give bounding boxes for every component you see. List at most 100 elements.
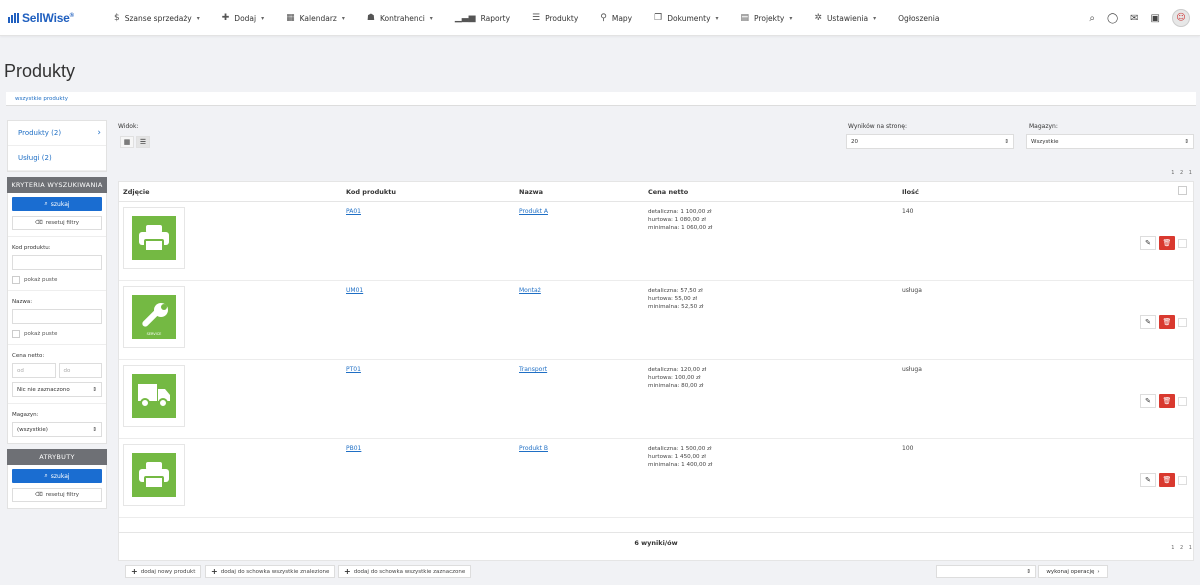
table-row: PT01 Transport detaliczna: 120,00 zł hurtow… — [119, 360, 1193, 439]
nav-item-6[interactable]: ⚲ Mapy — [600, 13, 632, 23]
product-name-link[interactable]: Transport — [519, 366, 547, 373]
edit-button[interactable]: ✎ — [1140, 236, 1156, 250]
per-page-label: Wyników na stronę: — [848, 123, 907, 130]
top-navigation-bar: SellWise® $ Szanse sprzedaży ▾ ✚ Dodaj ▾ ▦ Kale… — [0, 0, 1200, 36]
price-type-select[interactable]: Nic nie zaznaczono ⇕ — [12, 382, 102, 397]
attributes-header: ATRYBUTY — [7, 449, 107, 465]
product-code-link[interactable]: PB01 — [346, 445, 361, 452]
nav-item-2[interactable]: ▦ Kalendarz ▾ — [286, 13, 345, 23]
trash-icon: 🗑 — [1162, 476, 1172, 484]
grid-view-icon[interactable]: ▦ — [120, 136, 134, 148]
warehouse-filter-select[interactable]: Wszystkie ⇕ — [1026, 134, 1194, 149]
sidebar-item-services[interactable]: Usługi (2) — [8, 146, 106, 171]
column-name[interactable]: Nazwa — [519, 188, 543, 196]
sidebar-item-label: Produkty (2) — [18, 129, 62, 137]
price-list: detaliczna: 1 100,00 zł hurtowa: 1 080,00… — [648, 208, 712, 232]
nav-item-5[interactable]: ☰ Produkty — [532, 13, 578, 23]
quantity-value: 100 — [902, 445, 914, 452]
select-arrows-icon: ⇕ — [1004, 138, 1009, 145]
nav-item-3[interactable]: ☗ Kontrahenci ▾ — [367, 13, 433, 23]
quantity-value: usługa — [902, 287, 922, 294]
product-code-link[interactable]: UM01 — [346, 287, 363, 294]
search-icon[interactable]: ⌕ — [1089, 13, 1095, 24]
search-button-label: szukaj — [50, 472, 70, 480]
pagination-top[interactable]: 1 2 1 — [1171, 170, 1194, 176]
product-thumbnail[interactable] — [123, 444, 185, 506]
sellwise-logo[interactable]: SellWise® — [8, 11, 74, 25]
column-price[interactable]: Cena netto — [648, 188, 688, 196]
row-checkbox[interactable] — [1178, 238, 1187, 248]
name-input[interactable] — [12, 309, 102, 324]
reset-filters-button[interactable]: ⌫ resetuj filtry — [12, 488, 102, 502]
price-to-input[interactable]: do — [58, 363, 102, 378]
nav-item-label: Ogłoszenia — [898, 13, 940, 23]
delete-button[interactable]: 🗑 — [1159, 394, 1175, 408]
product-name-link[interactable]: Montaż — [519, 287, 541, 294]
breadcrumb: wszystkie produkty — [6, 92, 1196, 106]
chevron-down-icon: ▾ — [789, 14, 793, 22]
clipboard-icon[interactable]: ▣ — [1151, 13, 1160, 24]
retail-price: detaliczna: 1 100,00 zł — [648, 209, 712, 215]
column-qty[interactable]: Ilość — [902, 188, 919, 196]
product-code-link[interactable]: PA01 — [346, 208, 361, 215]
sidebar-item-label: Usługi (2) — [18, 154, 52, 162]
delete-button[interactable]: 🗑 — [1159, 236, 1175, 250]
chat-icon[interactable]: ◯ — [1107, 13, 1118, 24]
warehouse-select[interactable]: (wszystkie) ⇕ — [12, 422, 102, 437]
nav-item-10[interactable]: Ogłoszenia — [898, 14, 939, 23]
trash-icon: 🗑 — [1162, 318, 1172, 326]
show-empty-name-checkbox[interactable]: pokaż puste — [12, 330, 102, 338]
product-code-link[interactable]: PT01 — [346, 366, 361, 373]
avatar[interactable]: ☺ — [1172, 9, 1190, 27]
mail-icon[interactable]: ✉ — [1130, 13, 1138, 24]
nav-item-8[interactable]: ▤ Projekty ▾ — [741, 13, 793, 23]
edit-button[interactable]: ✎ — [1140, 394, 1156, 408]
operation-select[interactable]: ⇕ — [936, 565, 1036, 578]
product-name-link[interactable]: Produkt B — [519, 445, 548, 452]
nav-item-7[interactable]: ❐ Dokumenty ▾ — [654, 13, 718, 23]
product-thumbnail[interactable] — [123, 207, 185, 269]
row-checkbox[interactable] — [1178, 396, 1187, 406]
nav-item-9[interactable]: ✲ Ustawienia ▾ — [814, 13, 876, 23]
wholesale-price: hurtowa: 55,00 zł — [648, 296, 697, 302]
retail-price: detaliczna: 57,50 zł — [648, 288, 703, 294]
edit-button[interactable]: ✎ — [1140, 473, 1156, 487]
row-checkbox[interactable] — [1178, 475, 1187, 485]
price-from-input[interactable]: od — [12, 363, 56, 378]
row-checkbox[interactable] — [1178, 317, 1187, 327]
list-view-icon[interactable]: ☰ — [136, 136, 150, 148]
breadcrumb-link[interactable]: wszystkie produkty — [15, 96, 68, 102]
column-code[interactable]: Kod produktu — [346, 188, 396, 196]
product-code-input[interactable] — [12, 255, 102, 270]
nav-item-0[interactable]: $ Szanse sprzedaży ▾ — [114, 13, 200, 23]
view-toggle: ▦ ☰ — [120, 136, 150, 148]
delete-button[interactable]: 🗑 — [1159, 473, 1175, 487]
plus-icon: + — [131, 567, 138, 576]
search-button[interactable]: ⌕ szukaj — [12, 469, 102, 483]
attributes-panel: ⌕ szukaj ⌫ resetuj filtry — [7, 465, 107, 509]
edit-button[interactable]: ✎ — [1140, 315, 1156, 329]
projects-icon: ▤ — [740, 13, 750, 23]
product-thumbnail[interactable]: SERVICE — [123, 286, 185, 348]
reset-filters-button[interactable]: ⌫ resetuj filtry — [12, 216, 102, 230]
search-button[interactable]: ⌕ szukaj — [12, 197, 102, 211]
add-product-button[interactable]: + dodaj nowy produkt — [125, 565, 202, 578]
show-empty-code-checkbox[interactable]: pokaż puste — [12, 276, 102, 284]
product-thumbnail[interactable] — [123, 365, 185, 427]
plus-icon: ✚ — [221, 13, 230, 23]
delete-button[interactable]: 🗑 — [1159, 315, 1175, 329]
add-all-found-button[interactable]: + dodaj do schowka wszystkie znalezione — [205, 565, 336, 578]
nav-item-4[interactable]: ▁▃▅ Raporty — [455, 13, 510, 23]
per-page-select[interactable]: 20 ⇕ — [846, 134, 1014, 149]
sidebar-item-products[interactable]: Produkty (2) › — [8, 121, 106, 146]
plus-icon: + — [344, 567, 351, 576]
select-all-checkbox[interactable] — [1178, 186, 1187, 195]
nav-item-1[interactable]: ✚ Dodaj ▾ — [222, 13, 264, 23]
add-all-checked-button[interactable]: + dodaj do schowka wszystkie zaznaczone — [338, 565, 472, 578]
user-icon: ☗ — [366, 13, 375, 23]
chevron-down-icon: ▾ — [341, 14, 345, 22]
documents-icon: ❐ — [654, 13, 663, 23]
product-name-link[interactable]: Produkt A — [519, 208, 548, 215]
execute-operation-button[interactable]: wykonaj operację › — [1038, 565, 1108, 578]
pagination-bottom[interactable]: 1 2 1 — [1171, 545, 1194, 551]
